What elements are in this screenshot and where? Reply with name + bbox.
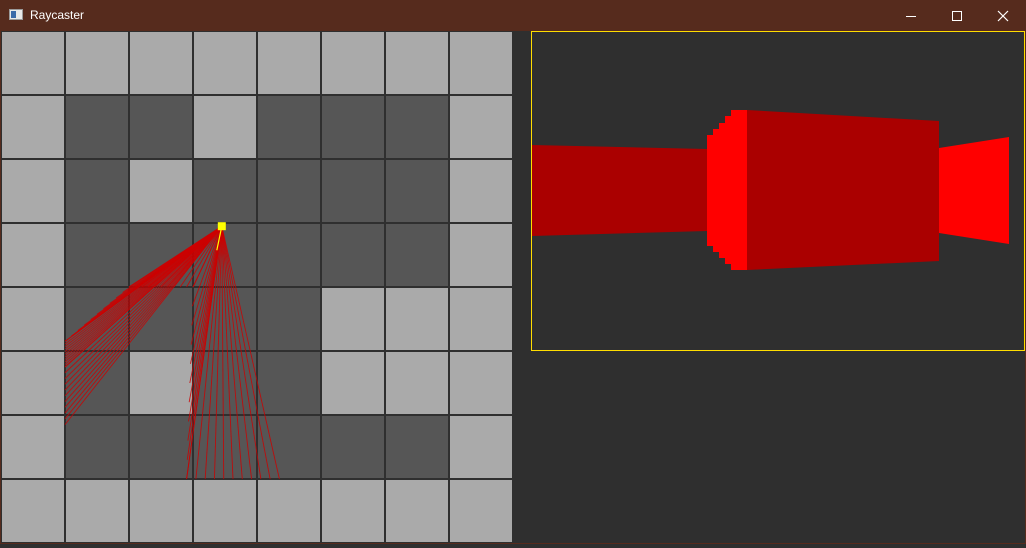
map-floor-cell bbox=[322, 96, 384, 158]
map-wall-cell bbox=[258, 32, 320, 94]
map-floor-cell bbox=[258, 160, 320, 222]
map-wall-cell bbox=[450, 224, 512, 286]
map-floor-cell bbox=[66, 224, 128, 286]
wall-slice-center bbox=[747, 110, 939, 270]
map-floor-cell bbox=[258, 96, 320, 158]
map-wall-cell bbox=[450, 96, 512, 158]
map-floor-cell bbox=[322, 416, 384, 478]
map-floor-cell bbox=[130, 416, 192, 478]
map-wall-cell bbox=[130, 32, 192, 94]
map-floor-cell bbox=[258, 224, 320, 286]
map-wall-cell bbox=[386, 480, 448, 542]
map-floor-cell bbox=[322, 160, 384, 222]
minimize-icon bbox=[906, 15, 916, 17]
app-icon bbox=[9, 9, 23, 20]
wall-slice-left bbox=[532, 145, 707, 236]
close-icon bbox=[997, 10, 1009, 21]
close-button[interactable] bbox=[980, 0, 1026, 31]
map-floor-cell bbox=[194, 160, 256, 222]
title-bar[interactable]: Raycaster bbox=[0, 0, 1026, 31]
map-wall-cell bbox=[450, 288, 512, 350]
map-wall-cell bbox=[66, 32, 128, 94]
map-wall-cell bbox=[2, 480, 64, 542]
map-wall-cell bbox=[66, 480, 128, 542]
map-wall-cell bbox=[2, 288, 64, 350]
map-wall-cell bbox=[450, 352, 512, 414]
first-person-view bbox=[513, 31, 1025, 543]
map-floor-cell bbox=[386, 224, 448, 286]
map-wall-cell bbox=[2, 352, 64, 414]
wall-slice-right bbox=[939, 137, 1009, 244]
map-wall-cell bbox=[450, 416, 512, 478]
map-wall-cell bbox=[450, 32, 512, 94]
map-floor-cell bbox=[194, 416, 256, 478]
map-floor-cell bbox=[66, 160, 128, 222]
window-title: Raycaster bbox=[30, 8, 85, 22]
map-floor-cell bbox=[322, 224, 384, 286]
map-floor-cell bbox=[130, 96, 192, 158]
map-wall-cell bbox=[450, 480, 512, 542]
scene-canvas bbox=[531, 31, 1025, 351]
map-canvas[interactable] bbox=[1, 31, 513, 543]
map-floor-cell bbox=[66, 416, 128, 478]
map-wall-cell bbox=[2, 224, 64, 286]
map-wall-cell bbox=[2, 96, 64, 158]
map-wall-cell bbox=[386, 32, 448, 94]
map-floor-cell bbox=[386, 160, 448, 222]
player-marker[interactable] bbox=[217, 222, 226, 231]
map-floor-cell bbox=[258, 352, 320, 414]
map-floor-cell bbox=[258, 288, 320, 350]
top-down-map[interactable] bbox=[1, 31, 513, 543]
maximize-button[interactable] bbox=[934, 0, 980, 31]
minimize-button[interactable] bbox=[888, 0, 934, 31]
map-wall-cell bbox=[322, 480, 384, 542]
map-floor-cell bbox=[66, 96, 128, 158]
map-wall-cell bbox=[194, 480, 256, 542]
map-wall-cell bbox=[258, 480, 320, 542]
map-wall-cell bbox=[194, 96, 256, 158]
map-wall-cell bbox=[194, 32, 256, 94]
map-wall-cell bbox=[386, 352, 448, 414]
map-wall-cell bbox=[130, 352, 192, 414]
map-floor-cell bbox=[386, 96, 448, 158]
map-wall-cell bbox=[322, 352, 384, 414]
map-wall-cell bbox=[2, 160, 64, 222]
map-wall-cell bbox=[130, 160, 192, 222]
maximize-icon bbox=[952, 10, 962, 21]
map-wall-cell bbox=[130, 480, 192, 542]
map-floor-cell bbox=[386, 416, 448, 478]
map-wall-cell bbox=[322, 288, 384, 350]
map-wall-cell bbox=[2, 416, 64, 478]
map-wall-cell bbox=[386, 288, 448, 350]
map-wall-cell bbox=[2, 32, 64, 94]
wall-slice-corner bbox=[707, 110, 747, 270]
map-wall-cell bbox=[322, 32, 384, 94]
map-wall-cell bbox=[450, 160, 512, 222]
